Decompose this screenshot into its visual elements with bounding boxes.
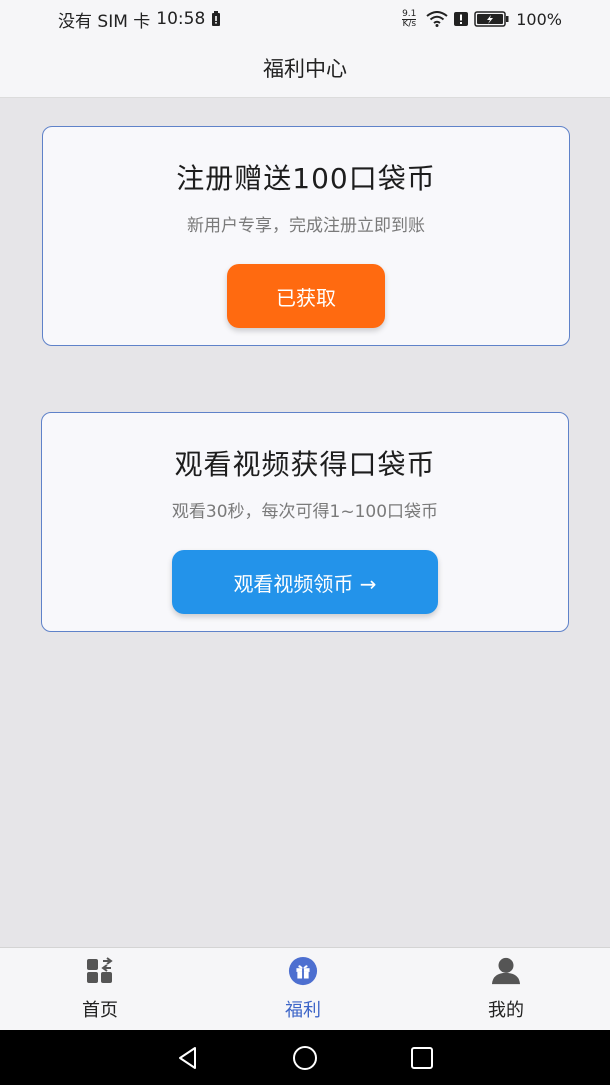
- tab-home-label: 首页: [82, 1000, 118, 1021]
- register-reward-title: 注册赠送100口袋币: [176, 162, 436, 195]
- register-reward-subtitle: 新用户专享，完成注册立即到账: [187, 216, 425, 236]
- watch-video-title: 观看视频获得口袋币: [174, 448, 436, 481]
- page-title: 福利中心: [263, 56, 347, 81]
- net-speed: 9.1 K/s: [402, 8, 417, 29]
- tab-home[interactable]: 首页: [30, 948, 170, 1031]
- wifi-icon: [426, 11, 448, 27]
- status-right: 9.1 K/s 100%: [398, 8, 562, 29]
- user-icon: [491, 956, 521, 986]
- gift-icon: [288, 956, 318, 986]
- watch-video-card: 观看视频获得口袋币 观看30秒，每次可得1~100口袋币 观看视频领币 →: [41, 412, 569, 632]
- watch-video-subtitle: 观看30秒，每次可得1~100口袋币: [171, 502, 439, 522]
- header: 福利中心: [0, 38, 610, 98]
- tab-mine-label: 我的: [488, 1000, 524, 1021]
- carrier-text: 没有 SIM 卡: [58, 11, 151, 32]
- system-nav-bar: [0, 1030, 610, 1085]
- register-reward-card: 注册赠送100口袋币 新用户专享，完成注册立即到账 已获取: [42, 126, 570, 346]
- home-grid-icon: [85, 956, 115, 986]
- tab-welfare-label: 福利: [285, 1000, 321, 1021]
- status-left: 没有 SIM 卡 10:58: [58, 7, 221, 32]
- back-icon[interactable]: [173, 1043, 203, 1073]
- tab-welfare[interactable]: 福利: [233, 948, 373, 1031]
- status-bar: 没有 SIM 卡 10:58 9.1 K/s 100%: [0, 0, 610, 38]
- home-circle-icon[interactable]: [290, 1043, 320, 1073]
- watch-video-button[interactable]: 观看视频领币 →: [172, 550, 438, 614]
- bottom-tab-bar: 首页 福利 我的: [0, 947, 610, 1030]
- alert-icon: [454, 12, 469, 26]
- claimed-button[interactable]: 已获取: [227, 264, 385, 328]
- clock-text: 10:58: [156, 9, 206, 29]
- battery-percent: 100%: [516, 9, 562, 29]
- battery-charging-icon: [474, 11, 509, 27]
- battery-alert-icon: [212, 11, 221, 26]
- tab-mine[interactable]: 我的: [436, 948, 576, 1031]
- recents-square-icon[interactable]: [407, 1043, 437, 1073]
